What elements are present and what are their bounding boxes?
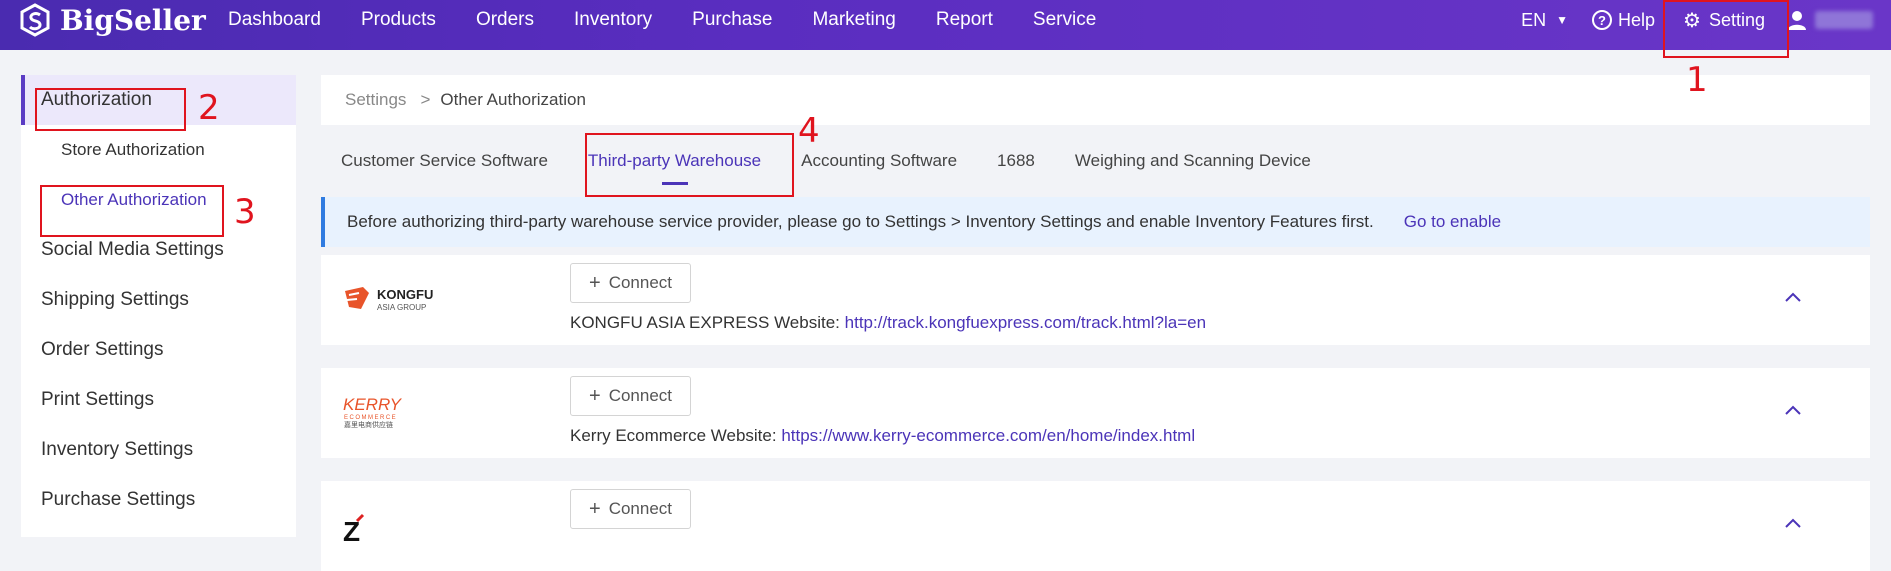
user-name-blurred	[1815, 11, 1873, 29]
nav-products[interactable]: Products	[361, 9, 436, 31]
main-content: Settings > Other Authorization Customer …	[321, 75, 1870, 571]
kongfu-logo: KONGFU ASIA GROUP	[345, 287, 433, 312]
annotation-number-2: 2	[198, 88, 220, 128]
connect-label: Connect	[608, 386, 673, 405]
plus-icon: +	[589, 385, 601, 407]
website-label: Kerry Ecommerce Website:	[570, 426, 777, 445]
nav-dashboard[interactable]: Dashboard	[228, 9, 321, 31]
provider-card-third: Z + Connect	[321, 481, 1870, 571]
sidebar-item-order-settings[interactable]: Order Settings	[21, 325, 296, 375]
go-to-enable-link[interactable]: Go to enable	[1404, 212, 1501, 232]
caret-down-icon: ▼	[1556, 13, 1568, 27]
chevron-up-icon[interactable]	[1784, 402, 1802, 420]
authorization-tabs: Customer Service Software Third-party Wa…	[321, 125, 1870, 197]
nav-orders[interactable]: Orders	[476, 9, 534, 31]
language-label: EN	[1521, 9, 1547, 30]
user-menu[interactable]	[1787, 10, 1873, 30]
annotation-box-other-authorization	[40, 185, 224, 237]
tab-1688[interactable]: 1688	[997, 151, 1035, 171]
tab-accounting-software[interactable]: Accounting Software	[801, 151, 957, 171]
kongfu-website-link[interactable]: http://track.kongfuexpress.com/track.htm…	[845, 313, 1206, 332]
kongfu-logo-subtext: ASIA GROUP	[377, 303, 426, 312]
help-link[interactable]: ? Help	[1591, 9, 1656, 31]
kerry-logo-text: KERRY	[343, 395, 403, 414]
kerry-logo-chinese-text: 嘉里电商供应链	[344, 420, 393, 429]
chevron-up-icon[interactable]	[1784, 289, 1802, 307]
annotation-number-1: 1	[1686, 60, 1708, 100]
sidebar-item-print-settings[interactable]: Print Settings	[21, 375, 296, 425]
nav-report[interactable]: Report	[936, 9, 993, 31]
notice-text: Before authorizing third-party warehouse…	[347, 212, 1374, 231]
connect-third-button[interactable]: + Connect	[570, 489, 692, 529]
main-nav: Dashboard Products Orders Inventory Purc…	[228, 0, 1136, 40]
annotation-box-setting	[1663, 0, 1789, 58]
sidebar-item-purchase-settings[interactable]: Purchase Settings	[21, 475, 296, 525]
provider-card-kongfu: KONGFU ASIA GROUP + Connect KONGFU ASIA …	[321, 255, 1870, 345]
kerry-website: Kerry Ecommerce Website: https://www.ker…	[570, 426, 1195, 446]
help-label: Help	[1617, 9, 1656, 30]
inventory-notice: Before authorizing third-party warehouse…	[321, 197, 1870, 247]
sidebar-item-inventory-settings[interactable]: Inventory Settings	[21, 425, 296, 475]
chevron-up-icon[interactable]	[1784, 515, 1802, 533]
annotation-number-4: 4	[798, 111, 820, 151]
settings-sidebar: Authorization Store Authorization Other …	[21, 75, 296, 537]
bigseller-logo-icon	[20, 3, 50, 37]
nav-purchase[interactable]: Purchase	[692, 9, 772, 31]
breadcrumb-separator: >	[420, 90, 431, 109]
website-label: KONGFU ASIA EXPRESS Website:	[570, 313, 840, 332]
kerry-logo: KERRY ECOMMERCE 嘉里电商供应链	[343, 395, 403, 429]
connect-label: Connect	[608, 499, 673, 518]
connect-kongfu-button[interactable]: + Connect	[570, 263, 692, 303]
sidebar-item-shipping-settings[interactable]: Shipping Settings	[21, 275, 296, 325]
connect-label: Connect	[608, 273, 673, 292]
breadcrumb-current: Other Authorization	[440, 90, 586, 109]
nav-service[interactable]: Service	[1033, 9, 1096, 31]
app-name: BigSeller	[60, 3, 206, 37]
tab-customer-service-software[interactable]: Customer Service Software	[341, 151, 548, 171]
top-navigation-bar: BigSeller Dashboard Products Orders Inve…	[0, 0, 1891, 50]
breadcrumb-root[interactable]: Settings	[345, 90, 406, 110]
connect-kerry-button[interactable]: + Connect	[570, 376, 692, 416]
z-logo: Z	[343, 513, 365, 543]
language-selector[interactable]: EN ▼	[1521, 10, 1568, 31]
bigseller-logo[interactable]: BigSeller	[18, 0, 206, 40]
user-icon	[1788, 11, 1806, 30]
plus-icon: +	[589, 272, 601, 294]
nav-inventory[interactable]: Inventory	[574, 9, 652, 31]
nav-marketing[interactable]: Marketing	[812, 9, 895, 31]
sidebar-item-store-authorization[interactable]: Store Authorization	[21, 125, 296, 175]
tab-weighing-and-scanning-device[interactable]: Weighing and Scanning Device	[1075, 151, 1311, 171]
kongfu-logo-text: KONGFU	[377, 287, 433, 302]
kerry-website-link[interactable]: https://www.kerry-ecommerce.com/en/home/…	[781, 426, 1195, 445]
annotation-box-third-party-warehouse	[585, 133, 794, 197]
provider-card-kerry: KERRY ECOMMERCE 嘉里电商供应链 + Connect Kerry …	[321, 368, 1870, 458]
plus-icon: +	[589, 498, 601, 520]
kongfu-website: KONGFU ASIA EXPRESS Website: http://trac…	[570, 313, 1206, 333]
annotation-box-authorization	[35, 88, 186, 131]
help-icon: ?	[1591, 10, 1612, 30]
annotation-number-3: 3	[234, 192, 256, 232]
breadcrumb: Settings > Other Authorization	[321, 75, 1870, 125]
